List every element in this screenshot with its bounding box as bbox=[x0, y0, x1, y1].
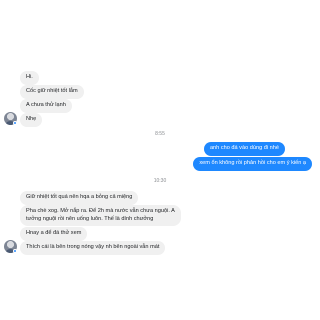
seen-indicator-icon bbox=[13, 121, 17, 125]
seen-indicator-icon bbox=[13, 249, 17, 253]
outgoing-message-1[interactable]: anh cho đá vào dùng đi nhé bbox=[203, 142, 285, 156]
timestamp-divider: 10:30 bbox=[153, 178, 167, 184]
incoming-message-7[interactable]: Hnay a để đá thử xem bbox=[20, 227, 88, 241]
incoming-message-6[interactable]: Pha chè xog. Mở nắp ra. Để 2h mà nước vẫ… bbox=[20, 205, 181, 227]
incoming-message-8[interactable]: Thích cái là bên trong nóng vậy nh bên n… bbox=[20, 241, 166, 255]
incoming-message-5[interactable]: Giữ nhiệt tốt quá nên hqa a bỏng cả miện… bbox=[20, 191, 139, 205]
incoming-message-2[interactable]: Cốc giữ nhiệt tốt lắm bbox=[20, 85, 84, 99]
incoming-message-4[interactable]: Nhẹ bbox=[20, 113, 43, 127]
timestamp-divider: 8:55 bbox=[155, 131, 165, 137]
chat-conversation: Hi. Cốc giữ nhiệt tốt lắm A chưa thử lạn… bbox=[0, 0, 320, 320]
incoming-message-1[interactable]: Hi. bbox=[20, 71, 39, 85]
outgoing-message-2[interactable]: xem ổn không rồi phản hồi cho em ý kiến … bbox=[193, 157, 312, 171]
incoming-message-3[interactable]: A chưa thử lạnh bbox=[20, 99, 72, 113]
